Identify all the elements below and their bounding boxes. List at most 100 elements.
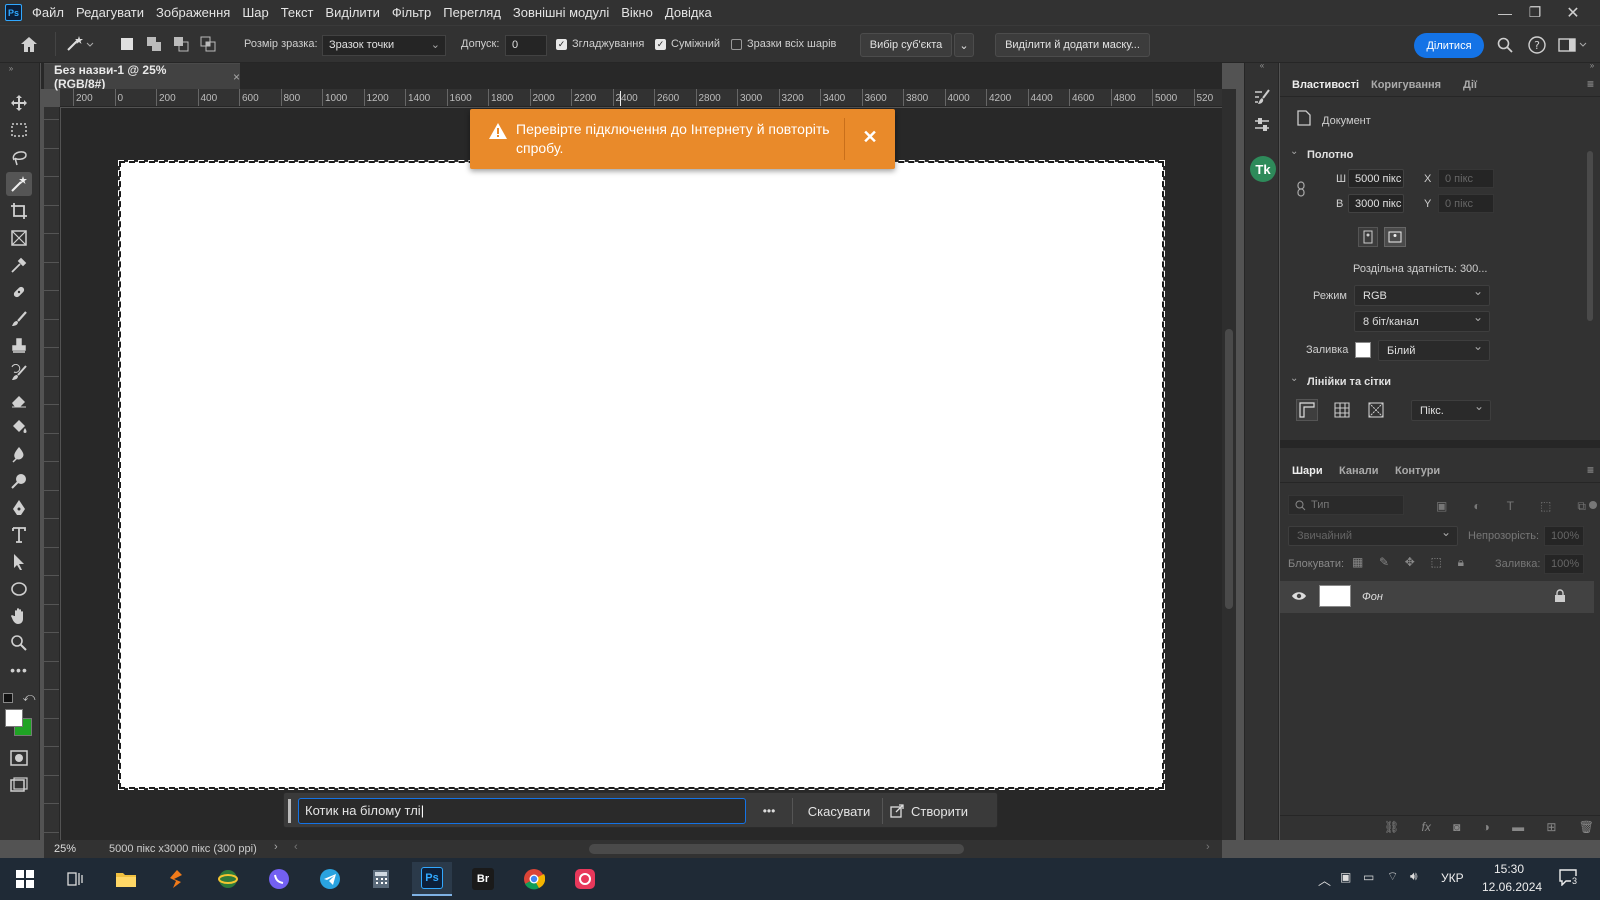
- select-subject-button[interactable]: Вибір суб'єкта: [860, 33, 952, 57]
- menu-filter[interactable]: Фільтр: [392, 5, 431, 20]
- create-button[interactable]: Створити: [890, 798, 990, 824]
- task-view-icon[interactable]: [55, 862, 95, 896]
- units-select[interactable]: Пікс.: [1411, 399, 1491, 421]
- canvas-height-input[interactable]: 3000 пікс: [1348, 194, 1404, 213]
- wifi-icon[interactable]: ⌔: [1387, 869, 1398, 884]
- photoshop-taskbar-icon[interactable]: Ps: [412, 862, 452, 896]
- drag-handle[interactable]: [288, 799, 291, 823]
- subtract-selection-icon[interactable]: [172, 35, 190, 53]
- swap-colors-icon[interactable]: ⤺: [22, 690, 36, 704]
- filter-toggle-icon[interactable]: [1589, 501, 1597, 509]
- contiguous-checkbox[interactable]: ✓: [655, 39, 666, 50]
- portrait-orientation-icon[interactable]: [1358, 227, 1378, 247]
- more-tools-icon[interactable]: •••: [6, 658, 32, 682]
- link-layers-icon[interactable]: ⛓: [1384, 820, 1399, 836]
- delete-layer-icon[interactable]: 🗑︎: [1579, 820, 1594, 836]
- layer-fill-input[interactable]: 100%: [1544, 554, 1584, 574]
- eraser-tool-icon[interactable]: [6, 388, 32, 412]
- home-icon[interactable]: [18, 34, 40, 54]
- move-tool-icon[interactable]: [6, 91, 32, 115]
- bridge-icon[interactable]: Br: [463, 862, 503, 896]
- close-toast-icon[interactable]: ✕: [854, 121, 886, 153]
- guides-icon[interactable]: [1365, 399, 1387, 421]
- antialias-checkbox[interactable]: ✓: [556, 39, 567, 50]
- fill-color-swatch[interactable]: [1355, 342, 1371, 358]
- lock-all-icon[interactable]: 🔒︎: [1458, 555, 1464, 571]
- add-selection-icon[interactable]: [145, 35, 163, 53]
- collapse-icon[interactable]: «: [1255, 61, 1269, 70]
- canvas-x-input[interactable]: 0 пікс: [1438, 169, 1494, 188]
- path-selection-tool-icon[interactable]: [6, 550, 32, 574]
- menu-image[interactable]: Зображення: [156, 5, 230, 20]
- sample-size-select[interactable]: Зразок точки ⌄: [322, 35, 446, 56]
- grid-icon[interactable]: [1331, 399, 1353, 421]
- opacity-input[interactable]: 100%: [1544, 526, 1584, 546]
- select-and-mask-button[interactable]: Виділити й додати маску...: [995, 33, 1150, 57]
- scroll-right-icon[interactable]: ›: [1206, 841, 1210, 853]
- search-icon[interactable]: [1494, 34, 1516, 56]
- layer-filter-select[interactable]: Тип: [1288, 495, 1404, 515]
- telegram-icon[interactable]: [310, 862, 350, 896]
- screen-mode-icon[interactable]: [6, 773, 32, 797]
- link-icon[interactable]: [1296, 181, 1308, 197]
- app-sketch-icon[interactable]: [157, 862, 197, 896]
- paint-bucket-tool-icon[interactable]: [6, 415, 32, 439]
- menu-plugins[interactable]: Зовнішні модулі: [513, 5, 609, 20]
- scroll-left-icon[interactable]: ‹: [294, 841, 298, 853]
- fx-icon[interactable]: fx: [1422, 820, 1431, 836]
- chrome-icon[interactable]: [514, 862, 554, 896]
- magic-wand-preset-icon[interactable]: [62, 34, 98, 54]
- close-window-button[interactable]: ✕: [1555, 0, 1591, 25]
- status-chevron-icon[interactable]: ›: [274, 841, 278, 853]
- battery-icon[interactable]: ▭: [1363, 870, 1374, 884]
- smart-object-filter-icon[interactable]: ⧉: [1577, 499, 1586, 513]
- tab-properties[interactable]: Властивості: [1292, 79, 1359, 91]
- adjustment-filter-icon[interactable]: ◐: [1473, 499, 1480, 513]
- menu-help[interactable]: Довідка: [665, 5, 712, 20]
- lock-transparent-icon[interactable]: ▦: [1352, 555, 1363, 571]
- prompt-input[interactable]: Котик на білому тлі|: [298, 798, 746, 824]
- properties-scrollbar[interactable]: [1587, 141, 1593, 421]
- new-layer-icon[interactable]: ⊞: [1546, 820, 1556, 836]
- menu-file[interactable]: Файл: [32, 5, 64, 20]
- calculator-icon[interactable]: [361, 862, 401, 896]
- select-subject-dropdown[interactable]: ⌄: [954, 33, 974, 57]
- tab-actions[interactable]: Дії: [1463, 79, 1477, 91]
- clock-date[interactable]: 12.06.2024: [1482, 880, 1542, 894]
- marquee-tool-icon[interactable]: [6, 118, 32, 142]
- pixel-filter-icon[interactable]: ▣: [1436, 499, 1447, 513]
- menu-view[interactable]: Перегляд: [443, 5, 501, 20]
- tray-app-icon[interactable]: ▣: [1340, 870, 1351, 884]
- hand-tool-icon[interactable]: [6, 604, 32, 628]
- new-group-icon[interactable]: ▬: [1512, 820, 1524, 836]
- history-brush-tool-icon[interactable]: [6, 361, 32, 385]
- adjustments-icon[interactable]: [1251, 115, 1273, 135]
- foreground-color-swatch[interactable]: [5, 709, 23, 727]
- layer-name[interactable]: Фон: [1362, 591, 1383, 603]
- eye-icon[interactable]: [1291, 590, 1307, 604]
- landscape-orientation-icon[interactable]: [1384, 227, 1406, 247]
- lasso-tool-icon[interactable]: [6, 145, 32, 169]
- app-globe-icon[interactable]: [208, 862, 248, 896]
- panel-menu-icon[interactable]: ≡: [1587, 77, 1594, 91]
- color-mode-select[interactable]: RGB: [1354, 284, 1490, 306]
- tab-paths[interactable]: Контури: [1395, 465, 1440, 477]
- panel-menu-icon[interactable]: ≡: [1587, 463, 1594, 477]
- chevron-down-icon[interactable]: ⌄: [1290, 373, 1298, 384]
- volume-icon[interactable]: 🔊︎: [1410, 869, 1418, 884]
- brush-settings-icon[interactable]: [1251, 87, 1273, 107]
- properties-scroll-thumb[interactable]: [1587, 151, 1593, 321]
- dodge-tool-icon[interactable]: [6, 469, 32, 493]
- viber-icon[interactable]: [259, 862, 299, 896]
- close-tab-icon[interactable]: ×: [233, 70, 240, 84]
- workspace-icon[interactable]: [1556, 34, 1590, 56]
- clock-time[interactable]: 15:30: [1494, 862, 1524, 876]
- share-button[interactable]: Ділитися: [1414, 33, 1484, 58]
- document-tab[interactable]: Без назви-1 @ 25% (RGB/8#) ×: [44, 63, 240, 91]
- zoom-level[interactable]: 25%: [54, 843, 76, 855]
- menu-select[interactable]: Виділити: [325, 5, 379, 20]
- default-colors-icon[interactable]: [3, 693, 13, 703]
- frame-tool-icon[interactable]: [6, 226, 32, 250]
- new-selection-icon[interactable]: [118, 35, 136, 53]
- menu-type[interactable]: Текст: [281, 5, 314, 20]
